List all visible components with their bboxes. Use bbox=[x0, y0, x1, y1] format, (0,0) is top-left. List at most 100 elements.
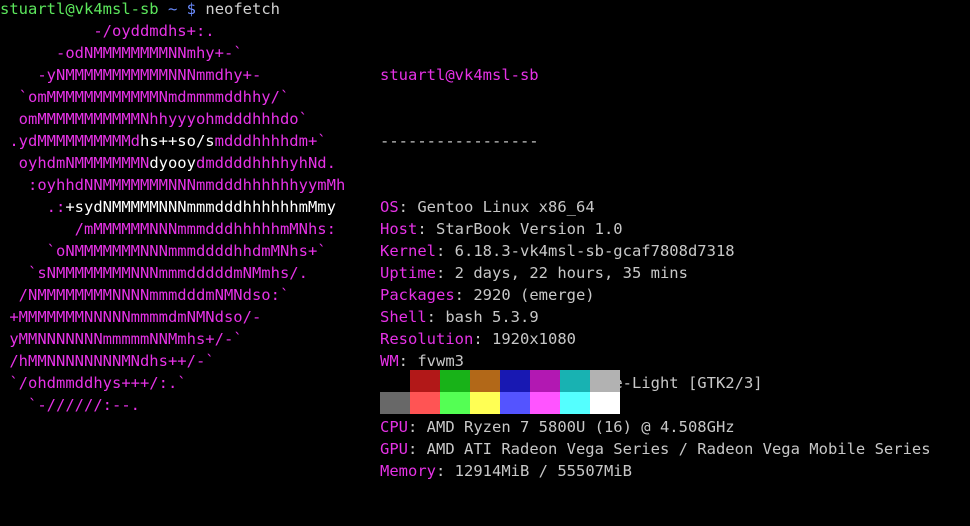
info-value: StarBook Version 1.0 bbox=[436, 220, 623, 238]
logo-line: -yNMMMMMMMMMMMNNNmmdhy+- bbox=[0, 64, 345, 86]
color-swatch-bright bbox=[380, 392, 410, 414]
color-swatch-normal bbox=[380, 370, 410, 392]
palette-row-bright bbox=[380, 392, 620, 414]
info-value: 6.18.3-vk4msl-sb-gcaf7808d7318 bbox=[454, 242, 735, 260]
logo-line: /NMMMMMMMMNNNNmmmdddmNMNdso:` bbox=[0, 284, 345, 306]
info-row-os: OS: Gentoo Linux x86_64 bbox=[380, 198, 595, 216]
logo-line: .:+sydNMMMMMNNNmmmdddhhhhhhmMmy bbox=[0, 196, 345, 218]
shell-prompt: stuartl@vk4msl-sb ~ $ neofetch bbox=[0, 0, 280, 20]
logo-line: `/ohdmmddhys+++/:.` bbox=[0, 372, 345, 394]
info-value: 2 days, 22 hours, 35 mins bbox=[454, 264, 688, 282]
color-swatch-bright bbox=[470, 392, 500, 414]
color-swatch-normal bbox=[470, 370, 500, 392]
logo-segment: oyhdmNMMMMMMMN bbox=[0, 154, 150, 172]
info-row-gpu: GPU: AMD ATI Radeon Vega Series / Radeon… bbox=[380, 440, 931, 458]
info-key: WM bbox=[380, 352, 399, 370]
logo-segment: .ydMMMMMMMMMMd bbox=[0, 132, 140, 150]
logo-segment: `/ohdmmddhys+++/:.` bbox=[0, 374, 187, 392]
logo-line: -odNMMMMMMMMNNmhy+-` bbox=[0, 42, 345, 64]
prompt-command: neofetch bbox=[205, 0, 281, 18]
logo-segment: /NMMMMMMMMNNNNmmmdddmNMNdso:` bbox=[0, 286, 290, 304]
logo-segment: +MMMMMMMNNNNNmmmmdmNMNdso/- bbox=[0, 308, 262, 326]
logo-segment: .: bbox=[0, 198, 66, 216]
color-swatch-bright bbox=[500, 392, 530, 414]
color-palette bbox=[380, 370, 620, 414]
logo-segment: omMMMMMMMMMMMNhhyyyohmdddhhhdo` bbox=[0, 110, 308, 128]
logo-line: `-//////:--. bbox=[0, 394, 345, 416]
palette-row-normal bbox=[380, 370, 620, 392]
info-value: AMD Ryzen 7 5800U (16) @ 4.508GHz bbox=[426, 418, 735, 436]
logo-line: -/oyddmdhs+:. bbox=[0, 20, 345, 42]
logo-segment: -/oyddmdhs+:. bbox=[0, 22, 215, 40]
info-key: OS bbox=[380, 198, 399, 216]
logo-segment: :oyhhdNNMMMMMMMNNNmmdddhhhhhhyymMh bbox=[0, 176, 346, 194]
info-value: 1920x1080 bbox=[492, 330, 576, 348]
color-swatch-normal bbox=[440, 370, 470, 392]
info-row-uptime: Uptime: 2 days, 22 hours, 35 mins bbox=[380, 264, 688, 282]
logo-line: /hMMNNNNNNNNMNdhs++/-` bbox=[0, 350, 345, 372]
info-key: Kernel bbox=[380, 242, 436, 260]
info-key: GPU bbox=[380, 440, 408, 458]
info-value: bash 5.3.9 bbox=[445, 308, 539, 326]
color-swatch-bright bbox=[530, 392, 560, 414]
info-row-resolution: Resolution: 1920x1080 bbox=[380, 330, 576, 348]
logo-segment: /mMMMMMMNNNmmmdddhhhhhmMNhs: bbox=[0, 220, 336, 238]
logo-line: `omMMMMMMMMMMMMNmdmmmmddhhy/` bbox=[0, 86, 345, 108]
color-swatch-normal bbox=[410, 370, 440, 392]
color-swatch-normal bbox=[590, 370, 620, 392]
info-row-shell: Shell: bash 5.3.9 bbox=[380, 308, 539, 326]
logo-segment: `omMMMMMMMMMMMMNmdmmmmddhhy/` bbox=[0, 88, 290, 106]
logo-segment: dmddddhhhhyhNd. bbox=[195, 154, 336, 172]
logo-line: omMMMMMMMMMMMNhhyyyohmdddhhhdo` bbox=[0, 108, 345, 130]
info-row-host: Host: StarBook Version 1.0 bbox=[380, 220, 623, 238]
info-key: Host bbox=[380, 220, 418, 238]
info-key: Resolution bbox=[380, 330, 474, 348]
prompt-user-host: stuartl@vk4msl-sb bbox=[0, 0, 159, 18]
info-value: 12914MiB / 55507MiB bbox=[454, 462, 632, 480]
info-separator: ----------------- bbox=[380, 132, 539, 150]
prompt-cwd: ~ bbox=[167, 0, 178, 18]
color-swatch-bright bbox=[440, 392, 470, 414]
info-title: stuartl@vk4msl-sb bbox=[380, 66, 539, 84]
logo-segment: /hMMNNNNNNNNMNdhs++/-` bbox=[0, 352, 215, 370]
color-swatch-normal bbox=[500, 370, 530, 392]
info-value: Gentoo Linux x86_64 bbox=[417, 198, 595, 216]
info-fields: OS: Gentoo Linux x86_64 Host: StarBook Ve… bbox=[380, 196, 931, 482]
logo-segment: `sNMMMMMMMMNNNmmmdddddmNMmhs/. bbox=[0, 264, 308, 282]
info-value: fvwm3 bbox=[417, 352, 465, 370]
color-swatch-bright bbox=[410, 392, 440, 414]
logo-line: yMMNNNNNNNmmmmmNNMmhs+/-` bbox=[0, 328, 345, 350]
info-row-packages: Packages: 2920 (emerge) bbox=[380, 286, 595, 304]
terminal-window[interactable]: stuartl@vk4msl-sb ~ $ neofetch -/oyddmdh… bbox=[0, 0, 970, 480]
info-row-memory: Memory: 12914MiB / 55507MiB bbox=[380, 462, 632, 480]
logo-segment: dyooy bbox=[149, 154, 196, 172]
info-key: Uptime bbox=[380, 264, 436, 282]
logo-segment: +sydNMMMMMNNNmmmdddhhhhhhmMmy bbox=[65, 198, 336, 216]
logo-line: .ydMMMMMMMMMMdhs++so/smdddhhhhdm+` bbox=[0, 130, 345, 152]
logo-line: +MMMMMMMNNNNNmmmmdmNMNdso/- bbox=[0, 306, 345, 328]
logo-line: oyhdmNMMMMMMMNdyooydmddddhhhhyhNd. bbox=[0, 152, 345, 174]
logo-line: `sNMMMMMMMMNNNmmmdddddmNMmhs/. bbox=[0, 262, 345, 284]
info-key: Shell bbox=[380, 308, 427, 326]
logo-segment: `oNMMMMMMMNNNmmmddddhhdmMNhs+` bbox=[0, 242, 327, 260]
info-row-kernel: Kernel: 6.18.3-vk4msl-sb-gcaf7808d7318 bbox=[380, 242, 735, 260]
info-key: Packages bbox=[380, 286, 455, 304]
info-value: AMD ATI Radeon Vega Series / Radeon Vega… bbox=[426, 440, 931, 458]
logo-segment: hs++so/s bbox=[139, 132, 215, 150]
logo-segment: -odNMMMMMMMMNNmhy+-` bbox=[0, 44, 243, 62]
color-swatch-normal bbox=[560, 370, 590, 392]
logo-segment: mdddhhhhdm+` bbox=[214, 132, 327, 150]
info-key: Memory bbox=[380, 462, 436, 480]
info-row-cpu: CPU: AMD Ryzen 7 5800U (16) @ 4.508GHz bbox=[380, 418, 735, 436]
logo-line: :oyhhdNNMMMMMMMNNNmmdddhhhhhhyymMh bbox=[0, 174, 345, 196]
logo-segment: -yNMMMMMMMMMMMNNNmmdhy+- bbox=[0, 66, 262, 84]
color-swatch-normal bbox=[530, 370, 560, 392]
gentoo-ascii-logo: -/oyddmdhs+:. -odNMMMMMMMMNNmhy+-` -yNMM… bbox=[0, 20, 345, 416]
system-info: stuartl@vk4msl-sb ----------------- OS: … bbox=[380, 20, 931, 526]
logo-line: `oNMMMMMMMNNNmmmddddhhdmMNhs+` bbox=[0, 240, 345, 262]
prompt-symbol: $ bbox=[186, 0, 197, 18]
logo-line: /mMMMMMMNNNmmmdddhhhhhmMNhs: bbox=[0, 218, 345, 240]
info-value: 2920 (emerge) bbox=[473, 286, 595, 304]
logo-segment: yMMNNNNNNNmmmmmNNMmhs+/-` bbox=[0, 330, 243, 348]
info-key: CPU bbox=[380, 418, 408, 436]
